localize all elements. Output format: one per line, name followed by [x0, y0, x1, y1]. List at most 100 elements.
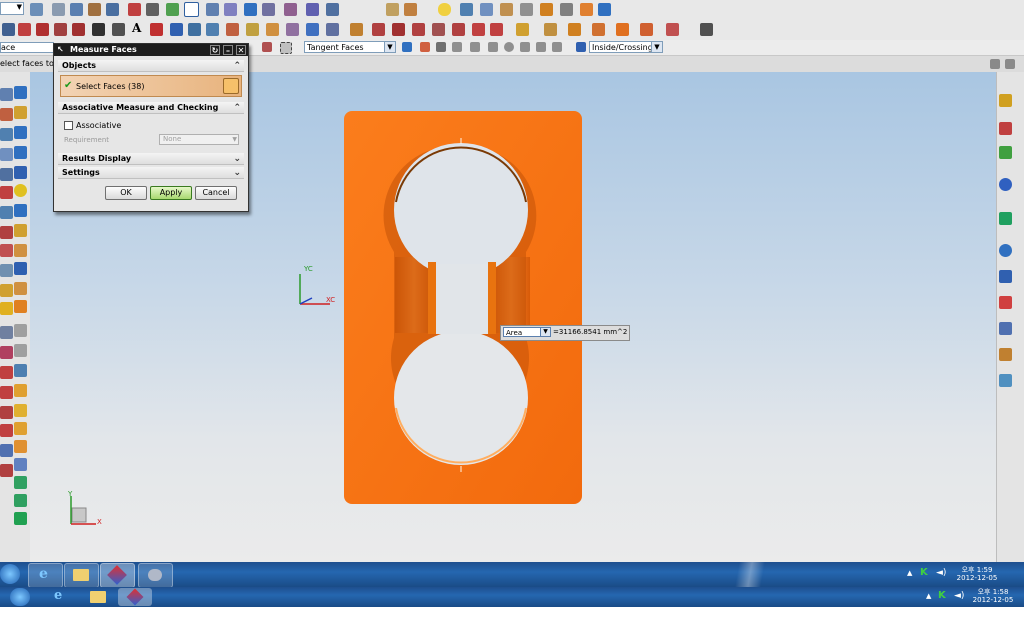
explorer-taskbar-button[interactable] — [86, 588, 112, 606]
text-tool-icon[interactable]: A — [132, 21, 141, 35]
filter-icon[interactable] — [262, 3, 275, 16]
left-tool-36-icon[interactable] — [14, 422, 27, 435]
shade-icon[interactable] — [540, 3, 553, 16]
associative-checkbox[interactable] — [64, 121, 73, 130]
palette-icon[interactable] — [999, 296, 1012, 309]
left-tool-34-icon[interactable] — [14, 404, 27, 417]
shell-icon[interactable] — [592, 23, 605, 36]
left-tool-16-icon[interactable] — [14, 224, 27, 237]
sphere-icon[interactable] — [14, 184, 27, 197]
left-tool-41-icon[interactable] — [14, 476, 27, 489]
measure-icon[interactable] — [306, 3, 319, 16]
tray-arrow-icon[interactable]: ▲ — [907, 569, 912, 577]
left-tool-11-icon[interactable] — [0, 186, 13, 199]
start-orb-icon[interactable] — [0, 564, 20, 584]
arc-icon[interactable] — [18, 23, 31, 36]
left-tool-26-icon[interactable] — [14, 324, 27, 337]
left-tool-15-icon[interactable] — [0, 226, 13, 239]
left-tool-2-icon[interactable] — [14, 86, 27, 99]
ok-button[interactable]: OK — [105, 186, 147, 200]
section-objects[interactable]: Objects ⌃ — [58, 60, 244, 72]
analysis-icon[interactable] — [326, 3, 339, 16]
constraint-icon[interactable] — [350, 23, 363, 36]
parallel-icon[interactable] — [432, 23, 445, 36]
section-results-display[interactable]: Results Display ⌄ — [58, 153, 244, 165]
section-settings[interactable]: Settings ⌄ — [58, 167, 244, 179]
restore-window-icon[interactable] — [990, 59, 1000, 69]
ie-taskbar-button[interactable]: e — [48, 588, 74, 606]
clock-icon[interactable] — [999, 244, 1012, 257]
view-icon[interactable] — [206, 3, 219, 16]
left-tool-1-icon[interactable] — [0, 88, 13, 101]
tray-k-icon[interactable]: K — [920, 567, 928, 578]
left-tool-7-icon[interactable] — [0, 148, 13, 161]
boolean-icon[interactable] — [666, 23, 679, 36]
left-tool-43-icon[interactable] — [14, 512, 27, 525]
left-tool-40-icon[interactable] — [14, 458, 27, 471]
render-icon[interactable] — [244, 3, 257, 16]
left-tool-6-icon[interactable] — [14, 126, 27, 139]
tray-k-icon[interactable]: K — [938, 590, 946, 601]
capture-icon[interactable] — [999, 374, 1012, 387]
face-rule-dropdown[interactable]: Tangent Faces ▼ — [304, 41, 396, 53]
system-icon[interactable] — [999, 322, 1012, 335]
history-icon[interactable] — [999, 146, 1012, 159]
collapse-icon[interactable]: – — [223, 45, 233, 55]
explorer-taskbar-button[interactable] — [64, 563, 99, 588]
cancel-button[interactable]: Cancel — [195, 186, 237, 200]
copy-icon[interactable] — [480, 3, 493, 16]
layer-icon[interactable] — [70, 3, 83, 16]
points-icon[interactable] — [112, 23, 125, 36]
left-tool-35-icon[interactable] — [0, 424, 13, 437]
snap-center-icon[interactable] — [488, 42, 498, 52]
fillet-icon[interactable] — [150, 23, 163, 36]
left-tool-14-icon[interactable] — [14, 204, 27, 217]
select-all-icon[interactable] — [280, 42, 292, 54]
navigator-icon[interactable] — [999, 94, 1012, 107]
left-tool-13-icon[interactable] — [0, 206, 13, 219]
blend-icon[interactable] — [616, 23, 629, 36]
material-icon[interactable] — [500, 3, 513, 16]
left-tool-3-icon[interactable] — [0, 108, 13, 121]
snap-mid-icon[interactable] — [436, 42, 446, 52]
volume-icon[interactable]: ◄) — [954, 591, 964, 601]
trim-icon[interactable] — [170, 23, 183, 36]
neck-face-left[interactable] — [428, 262, 436, 334]
left-tool-29-icon[interactable] — [0, 366, 13, 379]
neck-face-right[interactable] — [488, 262, 496, 334]
nx-taskbar-button[interactable] — [118, 588, 152, 606]
left-tool-5-icon[interactable] — [0, 128, 13, 141]
display-icon[interactable] — [520, 3, 533, 16]
left-tool-20-icon[interactable] — [14, 262, 27, 275]
lightbulb-icon[interactable] — [438, 3, 451, 16]
reuse-icon[interactable] — [999, 212, 1012, 225]
dialog-titlebar[interactable]: ↖ Measure Faces ↻ – ✕ — [54, 44, 248, 56]
box-icon[interactable] — [598, 3, 611, 16]
solid-icon[interactable] — [544, 23, 557, 36]
left-tool-22-icon[interactable] — [14, 282, 27, 295]
start-orb-icon[interactable] — [10, 588, 30, 606]
dimension-icon[interactable] — [372, 23, 385, 36]
toolbar-dropdown[interactable]: ▼ — [0, 2, 24, 15]
left-tool-21-icon[interactable] — [0, 284, 13, 297]
point-icon[interactable] — [146, 3, 159, 16]
role-icon[interactable] — [999, 348, 1012, 361]
join-icon[interactable] — [306, 23, 319, 36]
cross-point-icon[interactable] — [92, 23, 105, 36]
left-tool-25-icon[interactable] — [0, 326, 13, 339]
reset-icon[interactable]: ↻ — [210, 45, 220, 55]
cone-icon[interactable] — [14, 166, 27, 179]
datum-icon[interactable] — [106, 3, 119, 16]
volume-icon[interactable]: ◄) — [936, 568, 946, 578]
select-arrow-icon[interactable] — [184, 2, 199, 17]
pattern-icon[interactable] — [246, 23, 259, 36]
constraint-nav-icon[interactable] — [999, 122, 1012, 135]
assembly-icon[interactable] — [52, 3, 65, 16]
left-tool-38-icon[interactable] — [14, 440, 27, 453]
snap-control-icon[interactable] — [452, 42, 462, 52]
part-icon[interactable] — [30, 3, 43, 16]
circle-icon[interactable] — [36, 23, 49, 36]
rectangle-icon[interactable] — [54, 23, 67, 36]
snap-end-icon[interactable] — [420, 42, 430, 52]
snap-point-on-icon[interactable] — [520, 42, 530, 52]
